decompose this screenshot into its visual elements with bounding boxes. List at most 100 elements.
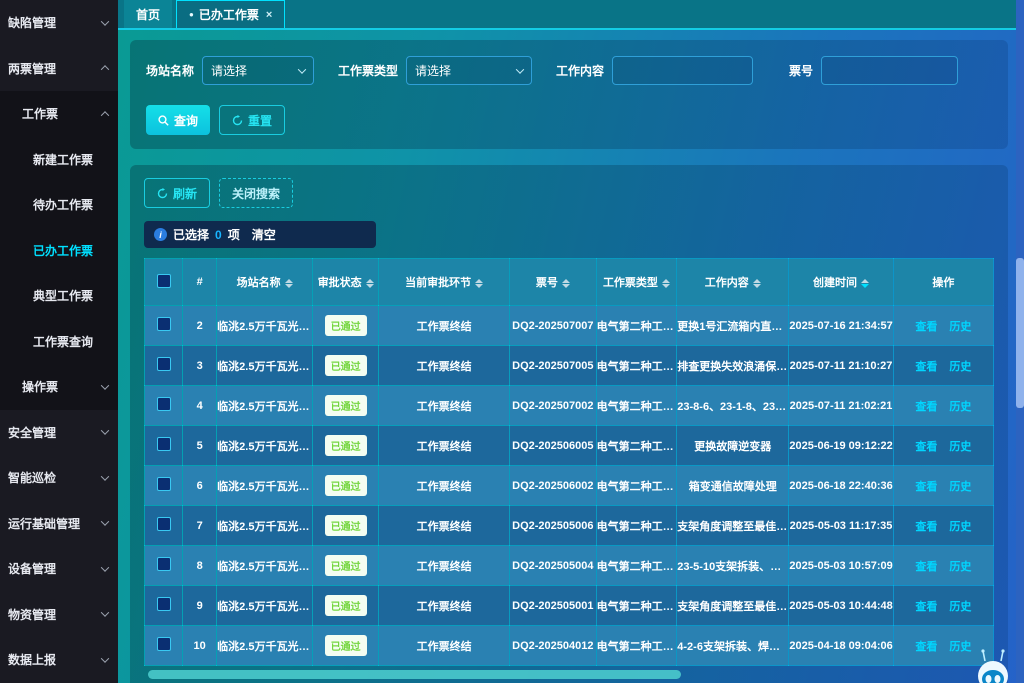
header-cell-3[interactable]: 当前审批环节	[379, 259, 510, 306]
horizontal-scrollbar[interactable]	[146, 670, 992, 679]
sidebar-item-14[interactable]: 数据上报	[0, 637, 118, 683]
sort-carets-icon[interactable]	[753, 279, 761, 288]
assistant-robot-icon[interactable]	[974, 649, 1012, 683]
sort-carets-icon[interactable]	[366, 279, 374, 288]
ticket-number-label: 票号	[789, 62, 813, 79]
sidebar-item-9[interactable]: 安全管理	[0, 410, 118, 456]
work-content-input[interactable]	[612, 56, 753, 85]
checkbox-cell[interactable]	[145, 346, 183, 386]
sidebar-item-12[interactable]: 设备管理	[0, 546, 118, 592]
content-cell: 更换1号汇流箱内直流断...	[677, 306, 789, 346]
row-checkbox[interactable]	[157, 597, 171, 611]
sidebar-item-10[interactable]: 智能巡检	[0, 455, 118, 501]
history-link[interactable]: 历史	[949, 321, 971, 333]
row-checkbox[interactable]	[157, 477, 171, 491]
vertical-scrollbar[interactable]	[1016, 0, 1024, 683]
header-cell-2[interactable]: 审批状态	[313, 259, 379, 306]
history-link[interactable]: 历史	[949, 481, 971, 493]
index-cell: 3	[183, 346, 217, 386]
view-link[interactable]: 查看	[915, 561, 937, 573]
sidebar-item-0[interactable]: 缺陷管理	[0, 0, 118, 46]
checkbox-cell[interactable]	[145, 546, 183, 586]
checkbox-cell[interactable]	[145, 466, 183, 506]
sort-carets-icon[interactable]	[475, 279, 483, 288]
header-label: 场站名称	[237, 277, 281, 289]
header-cell-4[interactable]: 票号	[510, 259, 597, 306]
sidebar-item-13[interactable]: 物资管理	[0, 592, 118, 638]
history-link[interactable]: 历史	[949, 561, 971, 573]
history-link[interactable]: 历史	[949, 641, 971, 653]
tab-bar: 首页 ● 已办工作票 ×	[118, 0, 1024, 30]
checkbox-cell[interactable]	[145, 386, 183, 426]
sidebar-item-11[interactable]: 运行基础管理	[0, 501, 118, 547]
history-link[interactable]: 历史	[949, 521, 971, 533]
view-link[interactable]: 查看	[915, 641, 937, 653]
station-name-select[interactable]: 请选择	[202, 56, 314, 85]
checkbox-cell[interactable]	[145, 586, 183, 626]
header-cell-5[interactable]: 工作票类型	[596, 259, 677, 306]
header-select-all[interactable]	[145, 259, 183, 306]
created-cell: 2025-07-11 21:02:21	[789, 386, 893, 426]
header-label: 当前审批环节	[405, 277, 471, 289]
select-all-checkbox[interactable]	[157, 274, 171, 288]
sidebar-item-6[interactable]: 典型工作票	[0, 273, 118, 319]
reset-button[interactable]: 重置	[219, 105, 285, 135]
vertical-scrollbar-thumb[interactable]	[1016, 258, 1024, 408]
row-checkbox[interactable]	[157, 557, 171, 571]
view-link[interactable]: 查看	[915, 321, 937, 333]
header-cell-7[interactable]: 创建时间	[789, 259, 893, 306]
status-badge: 已通过	[325, 435, 367, 456]
clear-selection-link[interactable]: 清空	[252, 226, 276, 243]
sort-carets-icon[interactable]	[662, 279, 670, 288]
header-label: 工作内容	[705, 277, 749, 289]
sidebar-item-1[interactable]: 两票管理	[0, 46, 118, 92]
tab-home[interactable]: 首页	[124, 0, 172, 28]
horizontal-scrollbar-thumb[interactable]	[148, 670, 681, 679]
view-link[interactable]: 查看	[915, 481, 937, 493]
tab-done-worktickets[interactable]: ● 已办工作票 ×	[176, 0, 285, 28]
chevron-down-icon	[101, 518, 109, 526]
history-link[interactable]: 历史	[949, 601, 971, 613]
history-link[interactable]: 历史	[949, 441, 971, 453]
view-link[interactable]: 查看	[915, 361, 937, 373]
row-checkbox[interactable]	[157, 357, 171, 371]
ticket-type-select[interactable]: 请选择	[406, 56, 532, 85]
status-cell: 已通过	[313, 546, 379, 586]
close-search-button[interactable]: 关闭搜索	[219, 178, 293, 208]
history-link[interactable]: 历史	[949, 401, 971, 413]
index-cell: 4	[183, 386, 217, 426]
row-checkbox[interactable]	[157, 437, 171, 451]
view-link[interactable]: 查看	[915, 441, 937, 453]
row-checkbox[interactable]	[157, 517, 171, 531]
history-link[interactable]: 历史	[949, 361, 971, 373]
query-button[interactable]: 查询	[146, 105, 210, 135]
sort-carets-icon[interactable]	[861, 279, 869, 288]
type-cell: 电气第二种工作票	[596, 346, 677, 386]
row-checkbox[interactable]	[157, 637, 171, 651]
checkbox-cell[interactable]	[145, 506, 183, 546]
ticket-number-input[interactable]	[821, 56, 958, 85]
content-cell: 支架角度调整至最佳角度	[677, 506, 789, 546]
header-cell-1[interactable]: 场站名称	[217, 259, 313, 306]
sidebar-item-5[interactable]: 已办工作票	[0, 228, 118, 274]
content-cell: 箱变通信故障处理	[677, 466, 789, 506]
sort-carets-icon[interactable]	[285, 279, 293, 288]
sidebar-item-2[interactable]: 工作票	[0, 91, 118, 137]
header-cell-6[interactable]: 工作内容	[677, 259, 789, 306]
row-checkbox[interactable]	[157, 317, 171, 331]
checkbox-cell[interactable]	[145, 626, 183, 666]
sidebar-item-4[interactable]: 待办工作票	[0, 182, 118, 228]
checkbox-cell[interactable]	[145, 306, 183, 346]
row-checkbox[interactable]	[157, 397, 171, 411]
sort-carets-icon[interactable]	[562, 279, 570, 288]
sidebar-item-3[interactable]: 新建工作票	[0, 137, 118, 183]
refresh-button[interactable]: 刷新	[144, 178, 210, 208]
tab-close-icon[interactable]: ×	[266, 9, 272, 21]
checkbox-cell[interactable]	[145, 426, 183, 466]
view-link[interactable]: 查看	[915, 401, 937, 413]
sidebar-item-7[interactable]: 工作票查询	[0, 319, 118, 365]
view-link[interactable]: 查看	[915, 521, 937, 533]
view-link[interactable]: 查看	[915, 601, 937, 613]
chevron-down-icon	[101, 609, 109, 617]
sidebar-item-8[interactable]: 操作票	[0, 364, 118, 410]
